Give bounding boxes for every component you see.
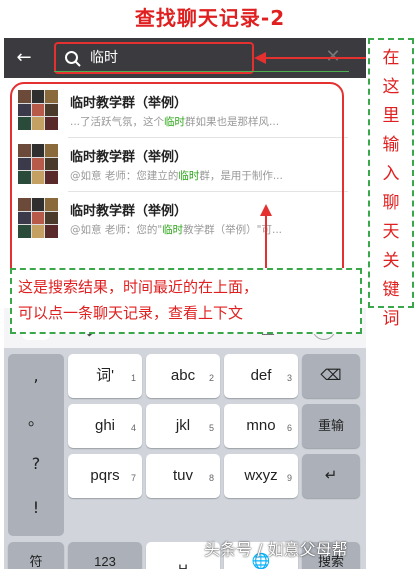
key-7[interactable]: pqrs 7 xyxy=(68,454,142,498)
key-5[interactable]: jkl 5 xyxy=(146,404,220,448)
symbol-key[interactable]: 符 xyxy=(8,542,64,569)
key-8[interactable]: tuv 8 xyxy=(146,454,220,498)
watermark: 头条号 / 如意父母帮 xyxy=(204,540,348,559)
annotation-note: 这是搜索结果，时间最近的在上面， 可以点一条聊天记录，查看上下文 xyxy=(10,268,362,334)
key-9[interactable]: wxyz 9 xyxy=(224,454,298,498)
punct-key[interactable]: , xyxy=(8,354,64,398)
reenter-key[interactable]: 重输 xyxy=(302,404,360,448)
annotation-line: 可以点一条聊天记录，查看上下文 xyxy=(18,304,244,322)
punct-key[interactable]: ? xyxy=(8,442,64,486)
side-annotation-text: 在这里输入聊天关键词 xyxy=(382,48,400,329)
key-6[interactable]: mno 6 xyxy=(224,404,298,448)
back-arrow-icon[interactable]: ← xyxy=(14,48,34,68)
punctuation-column[interactable]: , 。 ? ! xyxy=(8,354,64,536)
clear-icon[interactable]: ✕ xyxy=(322,46,344,68)
key-1[interactable]: 词' 1 xyxy=(68,354,142,398)
key-4[interactable]: ghi 4 xyxy=(68,404,142,448)
side-annotation: 在这里输入聊天关键词 xyxy=(368,38,414,329)
search-topbar: ← 临时 ✕ xyxy=(4,38,366,78)
search-underline xyxy=(54,71,349,72)
search-input[interactable]: 临时 xyxy=(90,48,118,68)
search-field[interactable]: 临时 xyxy=(54,42,254,74)
phone-screen: ← 临时 ✕ 临时教学群（举例） ...了活跃气氛，这个临时群如果也是那样风..… xyxy=(4,38,366,569)
backspace-key[interactable]: ⌫ xyxy=(302,354,360,398)
numbers-key[interactable]: 123 xyxy=(68,542,142,569)
page-title: 查找聊天记录-2 xyxy=(134,6,286,30)
punct-key[interactable]: ! xyxy=(8,486,64,530)
enter-icon[interactable]: ↵ xyxy=(302,454,360,498)
key-3[interactable]: def 3 xyxy=(224,354,298,398)
annotation-line: 这是搜索结果，时间最近的在上面， xyxy=(18,278,259,296)
search-icon xyxy=(65,51,81,67)
punct-key[interactable]: 。 xyxy=(8,398,64,442)
key-2[interactable]: abc 2 xyxy=(146,354,220,398)
